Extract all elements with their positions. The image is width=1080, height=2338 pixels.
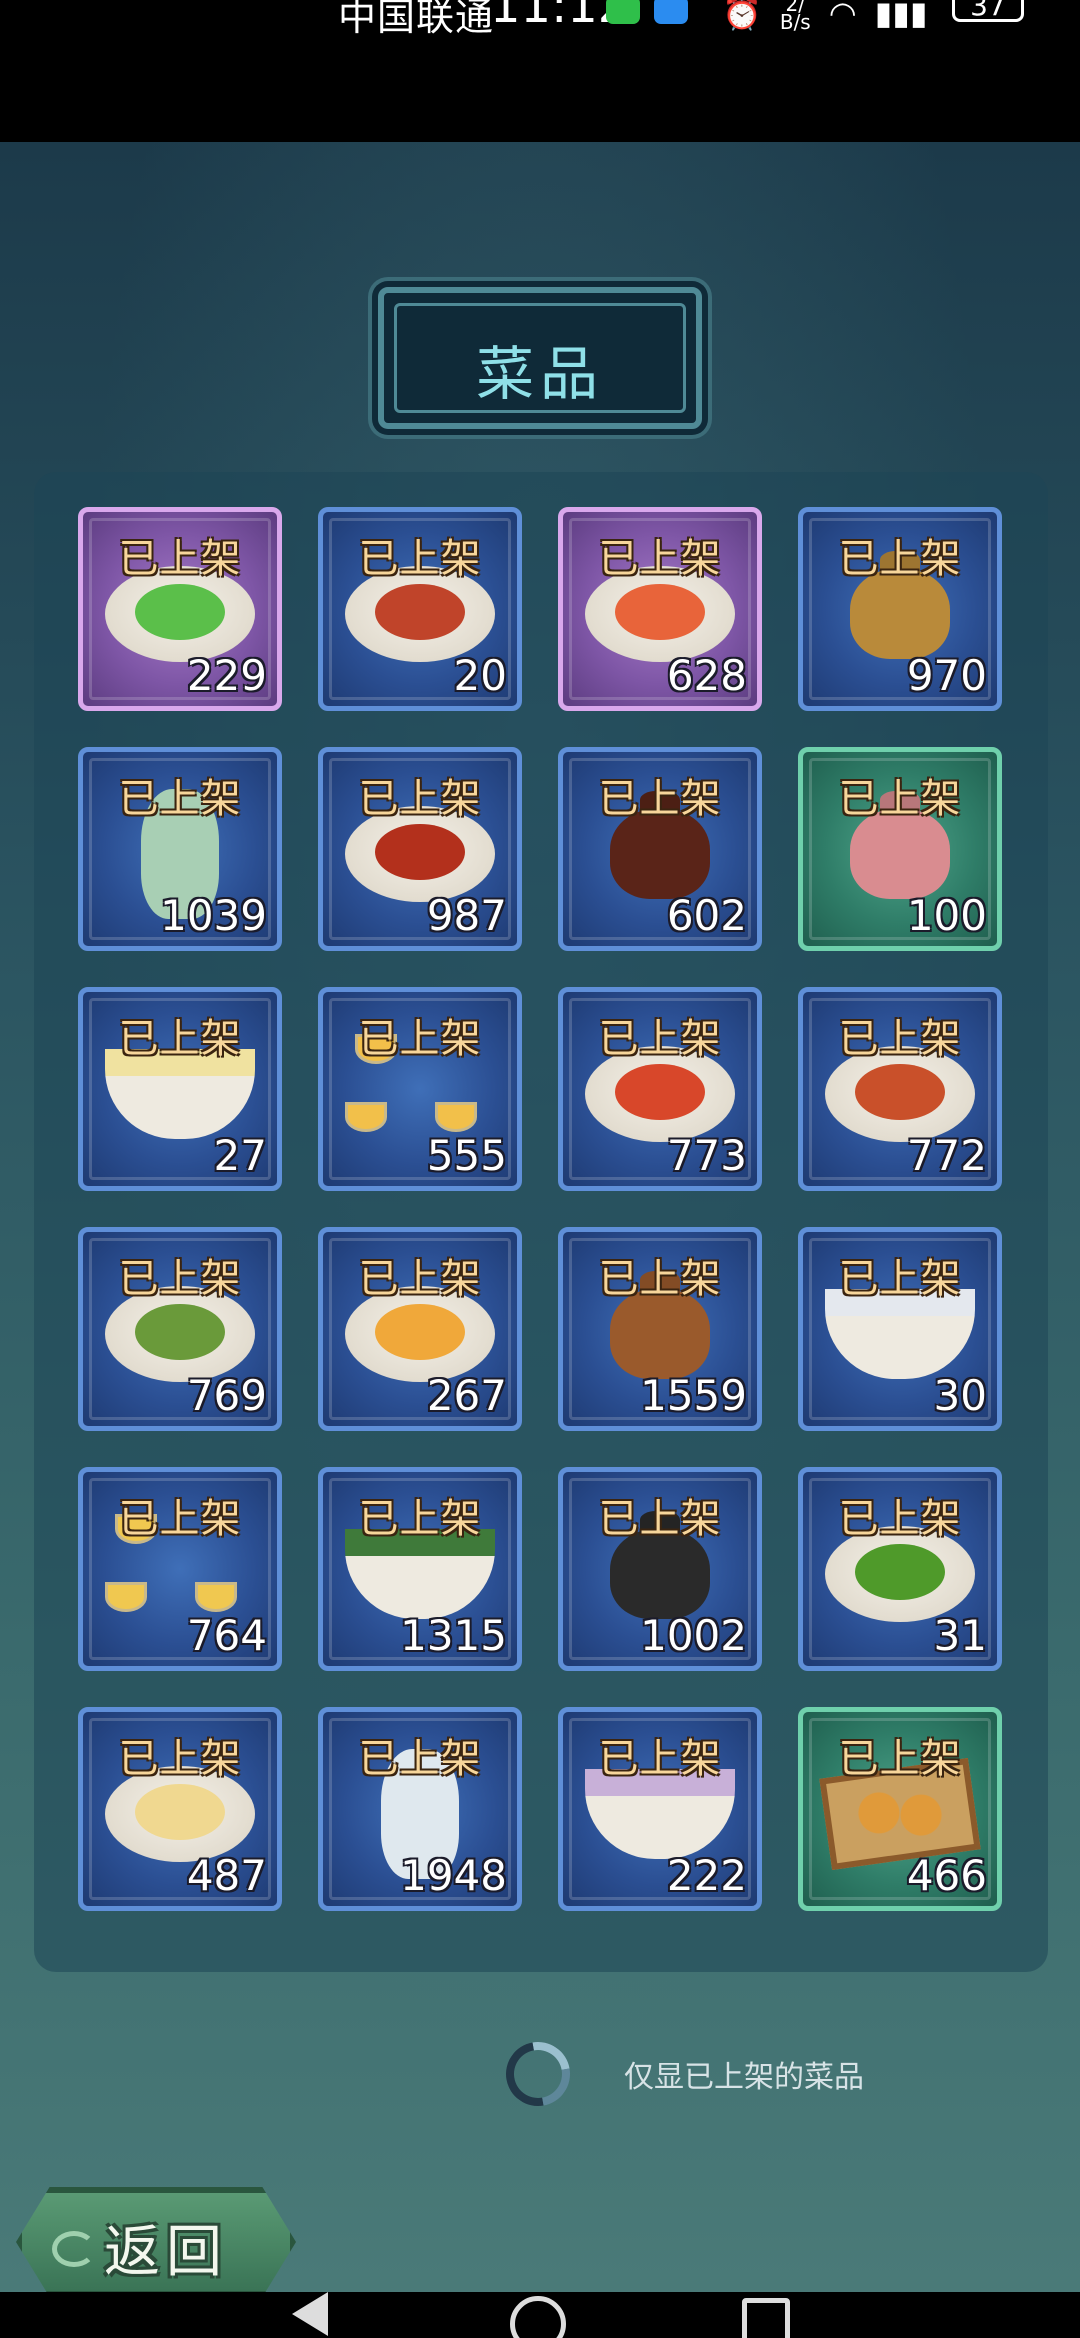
filter-label[interactable]: 仅显已上架的菜品 bbox=[624, 2052, 864, 2096]
dish-status-label: 已上架 bbox=[598, 1256, 722, 1302]
dish-item[interactable]: 已上架 20 bbox=[318, 507, 522, 711]
dish-count: 1315 bbox=[400, 1611, 507, 1660]
dish-count: 100 bbox=[906, 891, 987, 940]
dish-count: 1948 bbox=[400, 1851, 507, 1900]
dish-status-label: 已上架 bbox=[838, 1496, 962, 1542]
dish-item[interactable]: 已上架 772 bbox=[798, 987, 1002, 1191]
dish-count: 602 bbox=[666, 891, 747, 940]
dish-item[interactable]: 已上架 229 bbox=[78, 507, 282, 711]
dish-item[interactable]: 已上架 987 bbox=[318, 747, 522, 951]
nav-home-icon[interactable] bbox=[510, 2296, 566, 2338]
dish-count: 229 bbox=[186, 651, 267, 700]
signal-icon: ▮▮▮ bbox=[874, 0, 928, 32]
dish-count: 987 bbox=[426, 891, 507, 940]
dish-count: 628 bbox=[666, 651, 747, 700]
dish-count: 772 bbox=[906, 1131, 987, 1180]
dish-item[interactable]: 已上架 100 bbox=[798, 747, 1002, 951]
dish-status-label: 已上架 bbox=[118, 1496, 242, 1542]
dish-count: 1039 bbox=[160, 891, 267, 940]
dish-item[interactable]: 已上架 555 bbox=[318, 987, 522, 1191]
status-bar: 中国联通 11:12 ⏰ 2/ B/s ◠ ▮▮▮ 37 bbox=[0, 0, 1080, 142]
cloud-icon bbox=[654, 0, 688, 24]
dish-count: 773 bbox=[666, 1131, 747, 1180]
battery-indicator: 37 bbox=[952, 0, 1024, 22]
dish-status-label: 已上架 bbox=[838, 1256, 962, 1302]
dish-item[interactable]: 已上架 27 bbox=[78, 987, 282, 1191]
dish-count: 31 bbox=[933, 1611, 987, 1660]
dish-status-label: 已上架 bbox=[598, 1496, 722, 1542]
dish-count: 487 bbox=[186, 1851, 267, 1900]
dish-status-label: 已上架 bbox=[118, 776, 242, 822]
dish-item[interactable]: 已上架 1948 bbox=[318, 1707, 522, 1911]
dish-item[interactable]: 已上架 267 bbox=[318, 1227, 522, 1431]
dish-item[interactable]: 已上架 1002 bbox=[558, 1467, 762, 1671]
dish-item[interactable]: 已上架 769 bbox=[78, 1227, 282, 1431]
dish-status-label: 已上架 bbox=[598, 1016, 722, 1062]
dish-status-label: 已上架 bbox=[358, 536, 482, 582]
dish-status-label: 已上架 bbox=[838, 776, 962, 822]
dish-item[interactable]: 已上架 466 bbox=[798, 1707, 1002, 1911]
dish-count: 769 bbox=[186, 1371, 267, 1420]
dish-status-label: 已上架 bbox=[118, 1016, 242, 1062]
dish-item[interactable]: 已上架 487 bbox=[78, 1707, 282, 1911]
dish-count: 222 bbox=[666, 1851, 747, 1900]
dish-count: 555 bbox=[426, 1131, 507, 1180]
dish-status-label: 已上架 bbox=[358, 1256, 482, 1302]
loading-spinner-icon[interactable] bbox=[493, 2029, 583, 2119]
nav-recent-icon[interactable] bbox=[742, 2298, 790, 2338]
dish-screen: 菜品 已上架 229 已上架 20 已上架 628 已上架 970 已上架 1039 已上架 987 已… bbox=[0, 142, 1080, 2297]
dish-status-label: 已上架 bbox=[358, 1736, 482, 1782]
dish-item[interactable]: 已上架 31 bbox=[798, 1467, 1002, 1671]
wifi-icon: ◠ bbox=[828, 0, 857, 32]
title-plaque: 菜品 bbox=[378, 287, 702, 429]
dish-item[interactable]: 已上架 1315 bbox=[318, 1467, 522, 1671]
dish-status-label: 已上架 bbox=[598, 776, 722, 822]
dish-status-label: 已上架 bbox=[358, 776, 482, 822]
dish-item[interactable]: 已上架 30 bbox=[798, 1227, 1002, 1431]
dish-count: 20 bbox=[453, 651, 507, 700]
system-nav-bar bbox=[0, 2292, 1080, 2338]
dish-status-label: 已上架 bbox=[118, 1736, 242, 1782]
filter-toggle[interactable]: 仅显已上架的菜品 bbox=[493, 2029, 864, 2119]
dish-status-label: 已上架 bbox=[598, 536, 722, 582]
dish-status-label: 已上架 bbox=[118, 536, 242, 582]
dish-status-label: 已上架 bbox=[838, 1736, 962, 1782]
dish-count: 1002 bbox=[640, 1611, 747, 1660]
network-speed: 2/ B/s bbox=[779, 0, 811, 34]
dish-item[interactable]: 已上架 1039 bbox=[78, 747, 282, 951]
dish-status-label: 已上架 bbox=[358, 1016, 482, 1062]
swirl-icon bbox=[52, 2231, 96, 2267]
dish-item[interactable]: 已上架 764 bbox=[78, 1467, 282, 1671]
back-label: 返回 bbox=[104, 2220, 228, 2285]
dish-status-label: 已上架 bbox=[358, 1496, 482, 1542]
dish-status-label: 已上架 bbox=[838, 1016, 962, 1062]
alarm-icon: ⏰ bbox=[722, 0, 762, 32]
dish-item[interactable]: 已上架 628 bbox=[558, 507, 762, 711]
notification-icons bbox=[606, 0, 688, 24]
dish-item[interactable]: 已上架 970 bbox=[798, 507, 1002, 711]
dish-count: 970 bbox=[906, 651, 987, 700]
dish-count: 764 bbox=[186, 1611, 267, 1660]
dish-count: 30 bbox=[933, 1371, 987, 1420]
dish-status-label: 已上架 bbox=[838, 536, 962, 582]
dish-item[interactable]: 已上架 602 bbox=[558, 747, 762, 951]
carrier-name: 中国联通 bbox=[338, 0, 495, 39]
dish-item[interactable]: 已上架 222 bbox=[558, 1707, 762, 1911]
system-icons: ⏰ 2/ B/s ◠ ▮▮▮ bbox=[722, 0, 927, 32]
back-button[interactable]: 返回 bbox=[16, 2187, 296, 2297]
dish-item[interactable]: 已上架 1559 bbox=[558, 1227, 762, 1431]
dish-count: 466 bbox=[906, 1851, 987, 1900]
dish-count: 267 bbox=[426, 1371, 507, 1420]
dish-count: 1559 bbox=[640, 1371, 747, 1420]
dish-item[interactable]: 已上架 773 bbox=[558, 987, 762, 1191]
page-title: 菜品 bbox=[475, 340, 604, 408]
dish-count: 27 bbox=[213, 1131, 267, 1180]
dish-status-label: 已上架 bbox=[118, 1256, 242, 1302]
wechat-icon bbox=[606, 0, 640, 24]
dish-status-label: 已上架 bbox=[598, 1736, 722, 1782]
nav-back-icon[interactable] bbox=[292, 2292, 328, 2336]
